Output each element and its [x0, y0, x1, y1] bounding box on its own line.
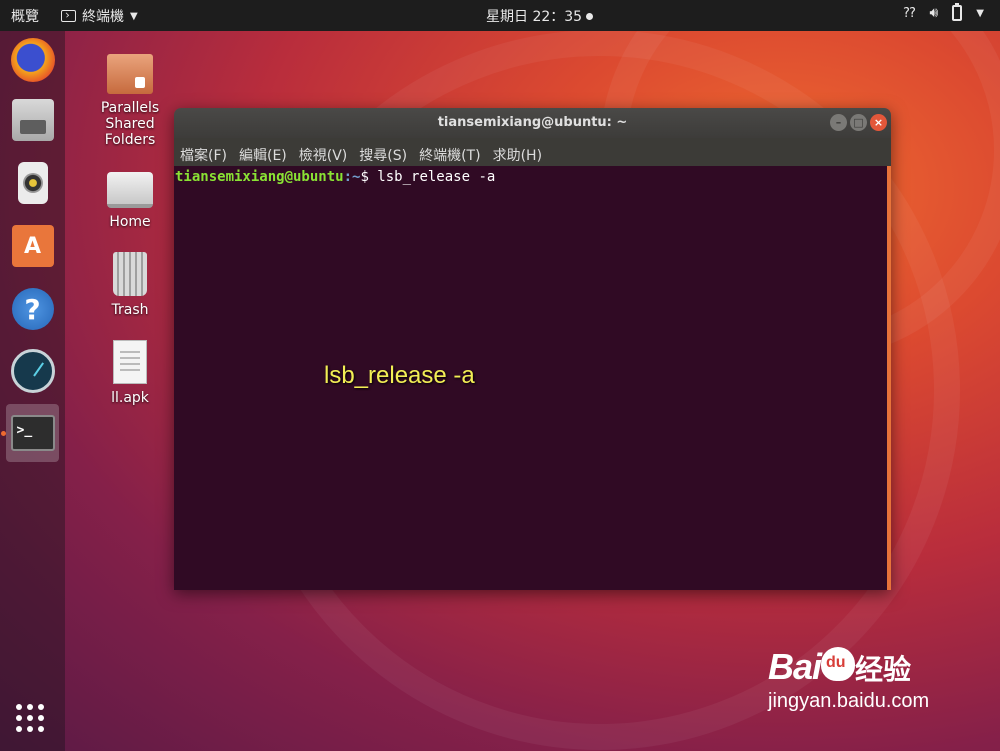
- terminal-icon: >_: [10, 415, 55, 451]
- volume-icon: 🔊︎: [929, 5, 939, 21]
- grid-dot-icon: [16, 726, 22, 732]
- firefox-icon: [10, 38, 55, 82]
- clock[interactable]: 星期日 22：35: [486, 6, 594, 26]
- network-icon: ⁇: [903, 5, 916, 21]
- menu-file[interactable]: 檔案(F): [180, 145, 227, 166]
- trash-icon: [113, 252, 147, 296]
- menu-search[interactable]: 搜尋(S): [359, 145, 407, 166]
- menu-view[interactable]: 檢視(V): [299, 145, 348, 166]
- menu-help[interactable]: 求助(H): [493, 145, 542, 166]
- notification-dot-icon: [586, 12, 594, 20]
- baidu-paw-logo: [821, 647, 856, 681]
- system-tray[interactable]: ⁇ 🔊︎ ▼: [903, 3, 984, 21]
- desktop-icon-ll-apk[interactable]: ll.apk: [90, 340, 170, 406]
- terminal-icon: [61, 10, 76, 22]
- grid-dot-icon: [38, 715, 44, 721]
- dock-terminal[interactable]: >_: [6, 404, 59, 462]
- scrollbar[interactable]: [887, 166, 891, 590]
- home-drive-icon: [107, 172, 153, 208]
- watermark-brand-cn: 经验: [855, 654, 912, 685]
- grid-dot-icon: [16, 704, 22, 710]
- activities-button[interactable]: 概覽: [11, 6, 39, 26]
- menu-terminal[interactable]: 終端機(T): [419, 145, 480, 166]
- files-icon: [11, 99, 54, 141]
- prompt-symbol: $: [360, 169, 378, 185]
- chevron-down-icon: ▼: [130, 10, 138, 22]
- window-titlebar[interactable]: tiansemixiang@ubuntu: ~ – □ ×: [174, 108, 891, 138]
- desktop-icon-label: Trash: [111, 302, 149, 318]
- typed-command: lsb_release -a: [377, 169, 496, 185]
- grid-dot-icon: [38, 704, 44, 710]
- stacer-icon: [10, 349, 55, 393]
- chevron-down-icon: ▼: [976, 7, 984, 19]
- dock: A ? >_: [0, 31, 65, 751]
- prompt-user: tiansemixiang@ubuntu: [175, 169, 344, 185]
- baidu-watermark: Bai 经验 jingyan.baidu.com: [768, 646, 929, 713]
- document-icon: [113, 340, 147, 384]
- app-menu-label: 終端機: [82, 9, 124, 25]
- prompt-line: tiansemixiang@ubuntu:~$ lsb_release -a: [175, 169, 891, 185]
- menu-edit[interactable]: 編輯(E): [239, 145, 287, 166]
- shared-folder-icon: [107, 54, 153, 94]
- terminal-window: tiansemixiang@ubuntu: ~ – □ × 檔案(F) 編輯(E…: [174, 108, 891, 590]
- show-applications-button[interactable]: [16, 704, 44, 732]
- desktop-icon-label: ll.apk: [111, 390, 149, 406]
- window-title: tiansemixiang@ubuntu: ~: [437, 115, 628, 130]
- desktop-icon-label: Home: [109, 214, 151, 230]
- ubuntu-software-icon: A: [11, 225, 54, 267]
- app-menu[interactable]: 終端機 ▼: [61, 6, 138, 26]
- desktop-icon-label: Parallels Shared Folders: [100, 100, 160, 148]
- grid-dot-icon: [38, 726, 44, 732]
- minimize-button[interactable]: –: [830, 114, 847, 131]
- grid-dot-icon: [16, 715, 22, 721]
- prompt-path: :~: [343, 169, 361, 185]
- close-button[interactable]: ×: [870, 114, 887, 131]
- desktop-icon-trash[interactable]: Trash: [90, 252, 170, 318]
- dock-help[interactable]: ?: [6, 280, 59, 338]
- dock-firefox[interactable]: [6, 31, 59, 89]
- help-icon: ?: [11, 288, 54, 330]
- top-bar: 概覽 終端機 ▼ 星期日 22：35 ⁇ 🔊︎ ▼: [0, 0, 1000, 31]
- watermark-url: jingyan.baidu.com: [768, 690, 930, 712]
- terminal-menubar: 檔案(F) 編輯(E) 檢視(V) 搜尋(S) 終端機(T) 求助(H): [174, 138, 891, 166]
- dock-ubuntu-software[interactable]: A: [6, 217, 59, 275]
- running-indicator: [1, 431, 6, 436]
- terminal-output[interactable]: tiansemixiang@ubuntu:~$ lsb_release -a l…: [174, 166, 891, 590]
- dock-rhythmbox[interactable]: [6, 154, 59, 212]
- desktop-icon-home[interactable]: Home: [90, 172, 170, 230]
- desktop-icon-parallels-shared-folders[interactable]: Parallels Shared Folders: [90, 54, 170, 148]
- grid-dot-icon: [27, 726, 33, 732]
- dock-stacer[interactable]: [6, 342, 59, 400]
- battery-icon: [952, 3, 963, 21]
- maximize-button[interactable]: □: [850, 114, 867, 131]
- grid-dot-icon: [27, 704, 33, 710]
- watermark-brand: Bai: [768, 646, 822, 687]
- grid-dot-icon: [27, 715, 33, 721]
- dock-files[interactable]: [6, 91, 59, 149]
- clock-text: 星期日 22：35: [486, 9, 583, 25]
- rhythmbox-icon: [17, 162, 48, 204]
- caption-overlay: lsb_release -a: [324, 362, 475, 389]
